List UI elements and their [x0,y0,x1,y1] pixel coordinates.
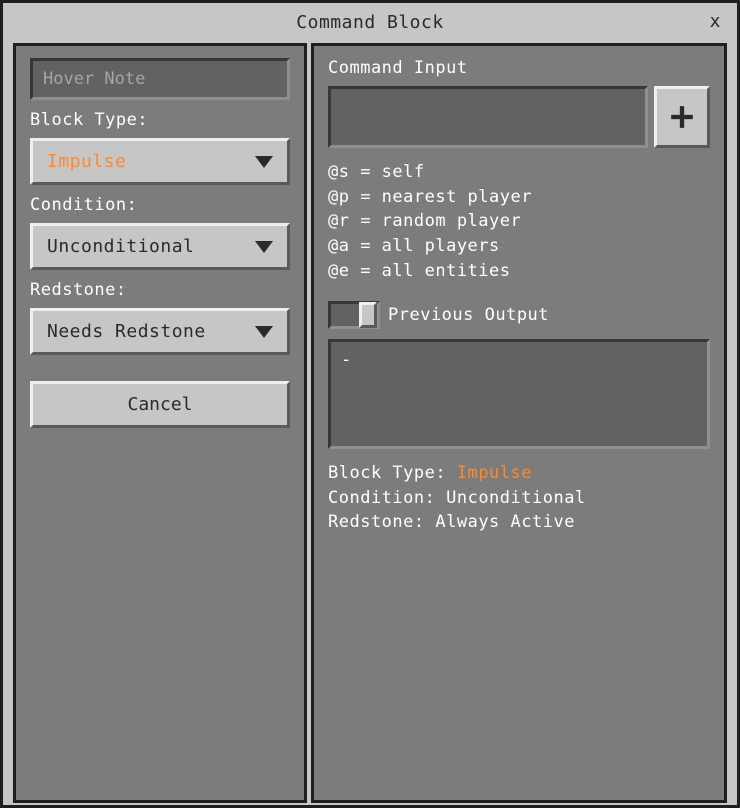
cancel-button[interactable]: Cancel [30,381,290,428]
previous-output-box: - [328,339,710,449]
summary-redstone-value: Always Active [435,512,575,532]
hover-note-input[interactable] [30,58,290,100]
condition-label: Condition: [30,195,290,215]
help-line: @s = self [328,160,710,185]
previous-output-toggle[interactable] [328,301,380,329]
window-title: Command Block [296,12,443,33]
close-icon[interactable]: x [704,9,727,34]
left-panel: Block Type: Impulse Condition: Unconditi… [13,43,307,803]
chevron-down-icon [255,156,273,168]
command-input-row [328,86,710,148]
chevron-down-icon [255,326,273,338]
right-panel: Command Input @s = self @p = nearest pla… [311,43,727,803]
redstone-value: Needs Redstone [47,321,206,342]
summary-block-type: Block Type: Impulse [328,461,710,486]
block-type-label: Block Type: [30,110,290,130]
help-line: @a = all players [328,234,710,259]
chevron-down-icon [255,241,273,253]
cancel-label: Cancel [127,394,192,415]
command-input[interactable] [328,86,648,148]
help-line: @r = random player [328,209,710,234]
previous-output-value: - [341,350,352,370]
redstone-dropdown[interactable]: Needs Redstone [30,308,290,355]
summary-block-type-label: Block Type: [328,463,446,483]
toggle-knob [359,302,377,328]
summary-block: Block Type: Impulse Condition: Unconditi… [328,461,710,535]
command-input-label: Command Input [328,58,710,78]
summary-condition: Condition: Unconditional [328,486,710,511]
plus-icon [669,104,695,130]
block-type-dropdown[interactable]: Impulse [30,138,290,185]
condition-value: Unconditional [47,236,194,257]
titlebar: Command Block x [3,3,737,41]
spacer [30,361,290,375]
summary-block-type-value: Impulse [457,463,532,483]
add-command-button[interactable] [654,86,710,148]
selector-help: @s = self @p = nearest player @r = rando… [328,160,710,283]
condition-dropdown[interactable]: Unconditional [30,223,290,270]
previous-output-row: Previous Output [328,301,710,329]
summary-condition-label: Condition: [328,488,435,508]
help-line: @e = all entities [328,259,710,284]
command-block-window: Command Block x Block Type: Impulse Cond… [0,0,740,808]
block-type-value: Impulse [47,151,126,172]
summary-condition-value: Unconditional [446,488,586,508]
help-line: @p = nearest player [328,185,710,210]
summary-redstone-label: Redstone: [328,512,425,532]
previous-output-label: Previous Output [388,305,549,325]
window-body: Block Type: Impulse Condition: Unconditi… [3,41,737,805]
redstone-label: Redstone: [30,280,290,300]
summary-redstone: Redstone: Always Active [328,510,710,535]
